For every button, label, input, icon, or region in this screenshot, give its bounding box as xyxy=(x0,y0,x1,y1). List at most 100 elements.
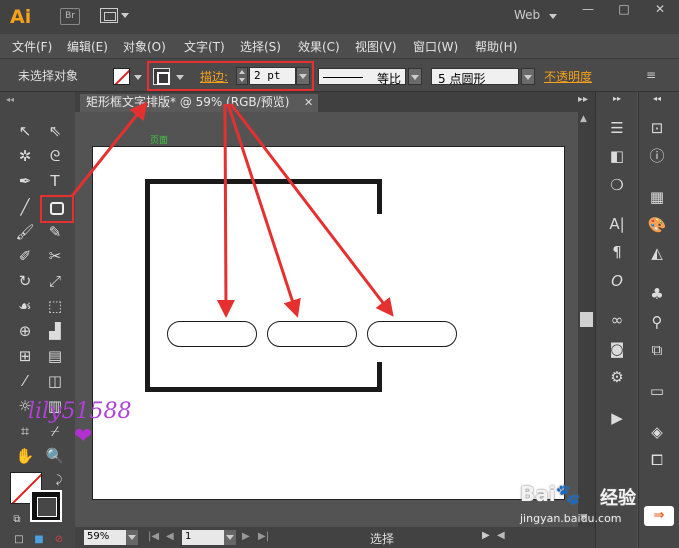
variable-width-profile[interactable]: 等比 xyxy=(318,68,406,86)
stroke-swatch[interactable] xyxy=(30,490,62,522)
rounded-rectangle-3[interactable] xyxy=(367,321,457,347)
layers-panel-icon[interactable]: ◈ xyxy=(644,421,670,443)
align-panel-icon[interactable]: ⧉ xyxy=(644,339,670,361)
gradient-swatch-icon[interactable]: ◭ xyxy=(644,242,670,264)
character-panel-icon[interactable]: A| xyxy=(604,213,630,235)
perspective-grid-tool-icon[interactable]: ▟ xyxy=(44,321,66,341)
arrange-documents-button[interactable] xyxy=(100,8,129,25)
direct-selection-tool-icon[interactable]: ⇖ xyxy=(44,121,66,141)
menu-edit[interactable]: 编辑(E) xyxy=(67,38,108,55)
first-page-icon[interactable]: |◀ xyxy=(148,531,159,542)
pen-tool-icon[interactable]: ✒ xyxy=(14,171,36,191)
menu-file[interactable]: 文件(F) xyxy=(12,38,52,55)
menu-effect[interactable]: 效果(C) xyxy=(298,38,340,55)
maximize-button[interactable]: □ xyxy=(609,2,639,18)
zoom-field[interactable]: 59% xyxy=(84,530,126,545)
info-panel-icon[interactable]: ⓘ xyxy=(644,145,670,167)
last-page-icon[interactable]: ▶| xyxy=(258,531,269,542)
page-field[interactable]: 1 xyxy=(182,530,224,545)
warp-tool-icon[interactable]: ☙ xyxy=(14,296,36,316)
menu-window[interactable]: 窗口(W) xyxy=(413,38,458,55)
menu-view[interactable]: 视图(V) xyxy=(355,38,397,55)
opentype-panel-icon[interactable]: O xyxy=(604,270,630,292)
opacity-label[interactable]: 不透明度 xyxy=(544,68,592,85)
workspace-switcher[interactable]: Web xyxy=(514,8,540,22)
scrollbar-thumb[interactable] xyxy=(580,312,593,327)
menu-help[interactable]: 帮助(H) xyxy=(475,38,517,55)
transparency-panel-icon[interactable]: ❍ xyxy=(604,174,630,196)
lasso-tool-icon[interactable]: ᘓ xyxy=(44,146,66,166)
swatches-panel-icon[interactable]: ▦ xyxy=(644,186,670,208)
rounded-rectangle-tool[interactable] xyxy=(40,195,74,223)
frame-right-top-stroke[interactable] xyxy=(377,179,382,214)
next-page-icon[interactable]: ▶ xyxy=(242,531,250,542)
menu-object[interactable]: 对象(O) xyxy=(123,38,166,55)
rounded-rectangle-2[interactable] xyxy=(267,321,357,347)
graphic-styles-icon[interactable]: ⚙ xyxy=(604,366,630,388)
scroll-up-icon[interactable]: ▲ xyxy=(580,114,587,124)
scissors-tool-icon[interactable]: ✂ xyxy=(44,246,66,266)
bridge-button[interactable]: Br xyxy=(60,8,80,25)
minimize-button[interactable]: — xyxy=(573,2,603,18)
zoom-tool-icon[interactable]: 🔍 xyxy=(44,446,66,466)
hand-tool-icon[interactable]: ✋ xyxy=(14,446,36,466)
brush-definition[interactable]: 5 点圆形 xyxy=(431,68,519,86)
type-tool-icon[interactable]: T xyxy=(44,171,66,191)
actions-panel-icon[interactable]: ▶ xyxy=(604,407,630,429)
swap-fill-stroke-icon[interactable]: ⤸ xyxy=(48,470,70,490)
close-tab-icon[interactable]: ✕ xyxy=(304,96,313,109)
panel-collapse-icon[interactable]: ▸▸ xyxy=(604,94,630,104)
color-mode-icon[interactable]: □ xyxy=(8,530,30,548)
gradient-tool-icon[interactable]: ▤ xyxy=(44,346,66,366)
page-dropdown[interactable] xyxy=(224,530,236,545)
chevron-down-icon[interactable] xyxy=(134,75,142,80)
symbols-panel-icon[interactable]: ♣ xyxy=(644,283,670,305)
color-panel-icon[interactable]: ☰ xyxy=(604,117,630,139)
none-mode-icon[interactable]: ⊘ xyxy=(48,530,70,548)
gradient-panel-icon[interactable]: ◧ xyxy=(604,145,630,167)
scroll-left-icon[interactable]: ◀ xyxy=(497,530,505,541)
blob-brush-tool-icon[interactable]: ✐ xyxy=(14,246,36,266)
eyedropper-tool-icon[interactable]: ⁄ xyxy=(14,371,36,391)
blend-tool-icon[interactable]: ◫ xyxy=(44,371,66,391)
frame-bottom-stroke[interactable] xyxy=(145,387,382,392)
paragraph-panel-icon[interactable]: ¶ xyxy=(604,241,630,263)
artboards-panel-icon[interactable]: ⧠ xyxy=(644,449,670,471)
profile-dropdown[interactable] xyxy=(408,68,422,85)
brushes-panel-icon[interactable]: ⚲ xyxy=(644,311,670,333)
panel-collapse-icon[interactable]: ◂◂ xyxy=(644,94,670,104)
links-panel-icon[interactable]: ∞ xyxy=(604,309,630,331)
rotate-tool-icon[interactable]: ↻ xyxy=(14,271,36,291)
panel-collapse-icon[interactable]: ◂◂ xyxy=(6,95,70,104)
frame-top-stroke[interactable] xyxy=(145,179,382,184)
rounded-rectangle-1[interactable] xyxy=(167,321,257,347)
transform-panel-icon[interactable]: ⊡ xyxy=(644,117,670,139)
paintbrush-tool-icon[interactable]: 🖌 xyxy=(14,222,36,242)
panel-menu-icon[interactable]: ≡ xyxy=(646,68,656,82)
pencil-tool-icon[interactable]: ✎ xyxy=(44,222,66,242)
artboard-tool-icon[interactable]: ⌗ xyxy=(14,421,36,441)
gradient-mode-icon[interactable]: ■ xyxy=(28,530,50,548)
document-tab[interactable]: 矩形框文字排版* @ 59% (RGB/预览) xyxy=(80,94,318,112)
zoom-dropdown[interactable] xyxy=(126,530,138,545)
slice-tool-icon[interactable]: ⌿ xyxy=(44,421,66,441)
status-text[interactable]: 选择 xyxy=(370,530,394,547)
scale-tool-icon[interactable]: ⤢ xyxy=(44,271,66,291)
tabs-overflow-icon[interactable]: ▸▸ xyxy=(578,94,588,105)
prev-page-icon[interactable]: ◀ xyxy=(166,531,174,542)
brush-dropdown[interactable] xyxy=(521,68,535,85)
magic-wand-tool-icon[interactable]: ✲ xyxy=(14,146,36,166)
menu-select[interactable]: 选择(S) xyxy=(240,38,281,55)
free-transform-tool-icon[interactable]: ⬚ xyxy=(44,296,66,316)
close-button[interactable]: ✕ xyxy=(645,2,675,18)
color-guide-icon[interactable]: 🎨 xyxy=(644,214,670,236)
mesh-tool-icon[interactable]: ⊞ xyxy=(14,346,36,366)
frame-right-bottom-stroke[interactable] xyxy=(377,362,382,392)
chevron-down-icon[interactable] xyxy=(549,14,557,19)
selection-tool-icon[interactable]: ↖ xyxy=(14,121,36,141)
line-tool-icon[interactable]: ╱ xyxy=(14,197,36,217)
fill-color-swatch[interactable] xyxy=(113,68,130,85)
frame-left-stroke[interactable] xyxy=(145,179,150,392)
image-trace-icon[interactable]: ◙ xyxy=(604,338,630,360)
status-menu-icon[interactable]: ▶ xyxy=(482,530,490,541)
